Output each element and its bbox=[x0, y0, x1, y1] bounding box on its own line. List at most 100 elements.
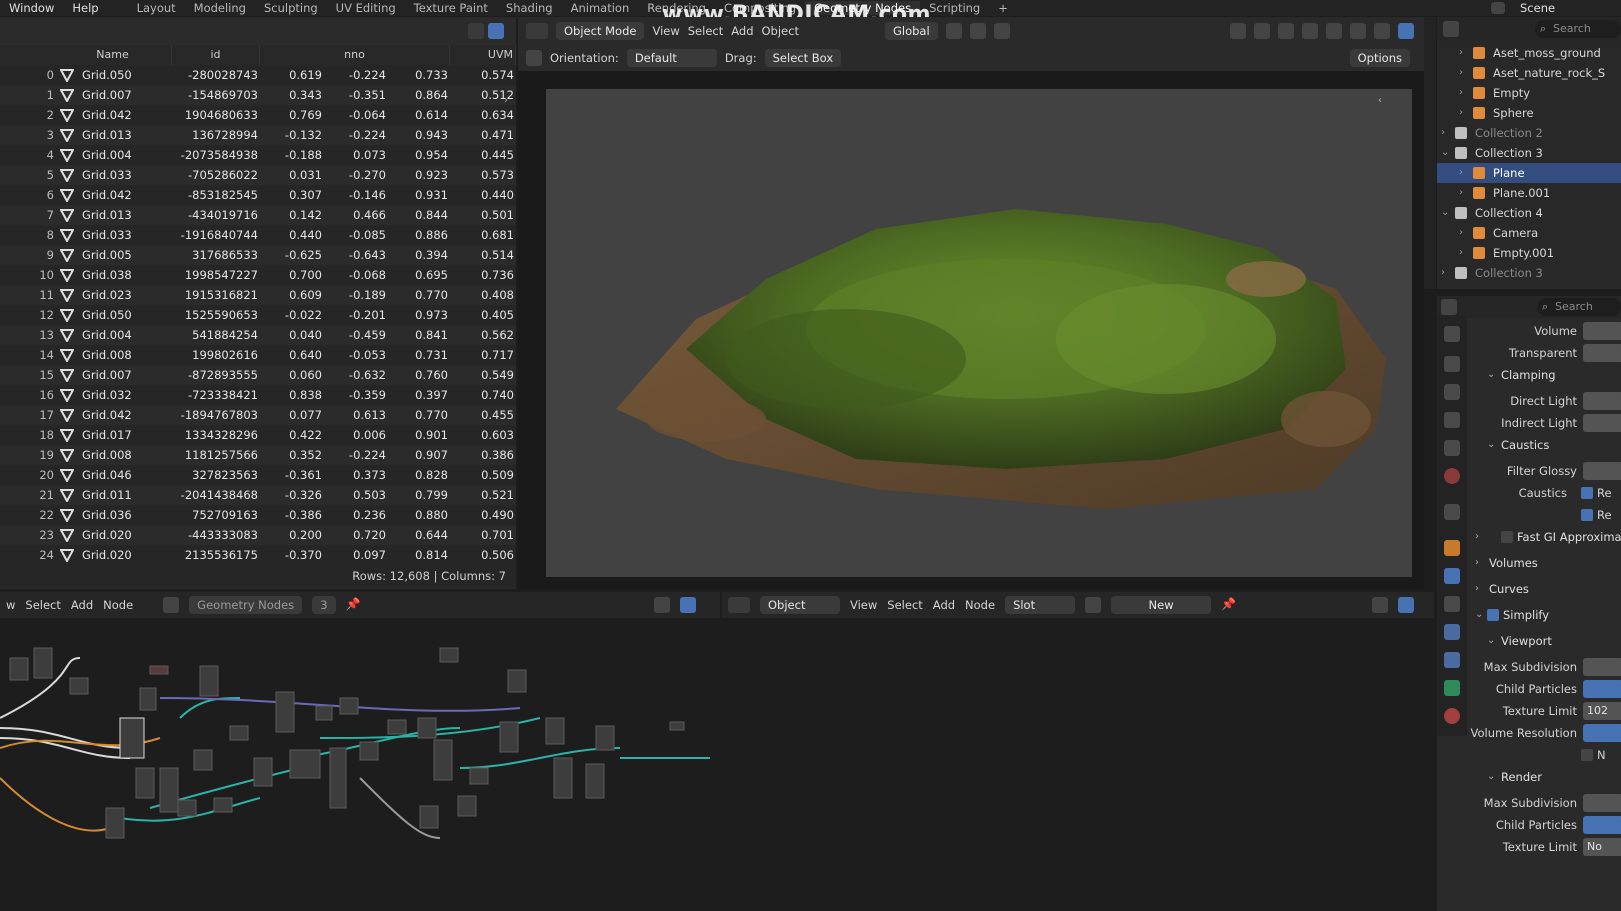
panel-header[interactable]: ⌄ Simplify bbox=[1467, 604, 1621, 626]
column-header-name[interactable]: Name bbox=[54, 45, 172, 65]
checkbox[interactable] bbox=[1581, 749, 1593, 761]
tab-layout[interactable]: Layout bbox=[128, 1, 185, 15]
table-row[interactable]: 24 Grid.020 2135536175 -0.370 0.097 0.814 0.50… bbox=[0, 545, 516, 565]
overlay-icon[interactable] bbox=[654, 597, 670, 613]
table-row[interactable]: 21 Grid.011 -2041438468 -0.326 0.503 0.799 0.5… bbox=[0, 485, 516, 505]
panel-chevron-icon[interactable]: › bbox=[1475, 578, 1479, 600]
node-menu-window[interactable]: w bbox=[6, 598, 15, 612]
gizmo-icon[interactable] bbox=[1254, 23, 1270, 39]
property-row[interactable]: Indirect Light bbox=[1467, 412, 1621, 434]
tab-geometry-nodes[interactable]: Geometry Nodes bbox=[805, 1, 921, 15]
pin-icon[interactable]: 📌 bbox=[346, 597, 362, 613]
table-row[interactable]: 0 Grid.050 -280028743 0.619 -0.224 0.733 0.574 bbox=[0, 65, 516, 85]
outliner-item[interactable]: › Aset_moss_ground bbox=[1437, 43, 1621, 63]
material-tab-icon[interactable] bbox=[1444, 708, 1460, 724]
collection-tab-icon[interactable] bbox=[1444, 504, 1460, 520]
menu-window[interactable]: Window bbox=[0, 1, 63, 15]
tab-modeling[interactable]: Modeling bbox=[185, 1, 255, 15]
expand-chevron-icon[interactable]: › bbox=[1459, 103, 1463, 123]
panel-header[interactable]: ⌄ Viewport bbox=[1467, 630, 1621, 652]
property-field[interactable] bbox=[1583, 658, 1621, 676]
expand-chevron-icon[interactable]: › bbox=[1459, 63, 1463, 83]
table-row[interactable]: 13 Grid.004 541884254 0.040 -0.459 0.841 0.562 bbox=[0, 325, 516, 345]
property-field[interactable] bbox=[1583, 392, 1621, 410]
property-field[interactable] bbox=[1583, 322, 1621, 340]
table-row[interactable]: 15 Grid.007 -872893555 0.060 -0.632 0.760 0.54… bbox=[0, 365, 516, 385]
expand-chevron-icon[interactable]: › bbox=[1441, 263, 1445, 283]
shader-menu-select[interactable]: Select bbox=[887, 598, 922, 612]
node-tree-users[interactable]: 3 bbox=[312, 596, 336, 614]
scene-tab-icon[interactable] bbox=[1444, 440, 1460, 456]
node-menu-select[interactable]: Select bbox=[25, 598, 60, 612]
tab-sculpting[interactable]: Sculpting bbox=[255, 1, 327, 15]
overlay-icon[interactable] bbox=[1372, 597, 1388, 613]
shader-menu-add[interactable]: Add bbox=[933, 598, 955, 612]
panel-chevron-icon[interactable]: ⌄ bbox=[1487, 434, 1495, 456]
tab-uv-editing[interactable]: UV Editing bbox=[327, 1, 405, 15]
property-row[interactable]: Re bbox=[1467, 504, 1621, 526]
scene-selector[interactable]: Scene bbox=[1511, 1, 1621, 15]
table-row[interactable]: 4 Grid.004 -2073584938 -0.188 0.073 0.954 0.44… bbox=[0, 145, 516, 165]
render-tab-icon[interactable] bbox=[1444, 356, 1460, 372]
expand-chevron-icon[interactable]: › bbox=[1459, 183, 1463, 203]
panel-header[interactable]: ⌄ Render bbox=[1467, 766, 1621, 788]
output-tab-icon[interactable] bbox=[1444, 384, 1460, 400]
table-row[interactable]: 19 Grid.008 1181257566 0.352 -0.224 0.907 0.38… bbox=[0, 445, 516, 465]
tool-tab-icon[interactable] bbox=[1444, 326, 1460, 342]
node-menu-add[interactable]: Add bbox=[71, 598, 93, 612]
outliner-item[interactable]: › Camera bbox=[1437, 223, 1621, 243]
property-row[interactable]: Child Particles bbox=[1467, 814, 1621, 836]
property-row[interactable]: Texture Limit No bbox=[1467, 836, 1621, 858]
expand-chevron-icon[interactable]: › bbox=[1459, 43, 1463, 63]
shader-editor-type-icon[interactable] bbox=[728, 597, 750, 613]
property-field[interactable] bbox=[1583, 724, 1621, 742]
table-row[interactable]: 17 Grid.042 -1894767803 0.077 0.613 0.770 0.45… bbox=[0, 405, 516, 425]
proportional-edit-icon[interactable] bbox=[993, 23, 1010, 39]
collapse-left-arrow-icon[interactable]: › bbox=[504, 95, 508, 106]
outliner-item[interactable]: › Sphere bbox=[1437, 103, 1621, 123]
viewport-menu-add[interactable]: Add bbox=[731, 24, 753, 38]
tab-shading[interactable]: Shading bbox=[497, 1, 562, 15]
material-shading-icon[interactable] bbox=[1374, 23, 1390, 39]
column-header-nno[interactable]: nno bbox=[260, 45, 450, 65]
slot-dropdown[interactable]: Slot bbox=[1005, 596, 1076, 614]
new-material-button[interactable]: New bbox=[1111, 596, 1212, 614]
table-row[interactable]: 5 Grid.033 -705286022 0.031 -0.270 0.923 0.573 bbox=[0, 165, 516, 185]
property-row[interactable]: Volume bbox=[1467, 320, 1621, 342]
table-row[interactable]: 10 Grid.038 1998547227 0.700 -0.068 0.695 0.73… bbox=[0, 265, 516, 285]
physics-tab-icon[interactable] bbox=[1444, 624, 1460, 640]
property-field[interactable] bbox=[1583, 816, 1621, 834]
transform-orientation-dropdown[interactable]: Global bbox=[884, 22, 938, 40]
snap-toggle-icon[interactable] bbox=[680, 597, 696, 613]
column-header-id[interactable]: id bbox=[172, 45, 260, 65]
table-row[interactable]: 7 Grid.013 -434019716 0.142 0.466 0.844 0.501 bbox=[0, 205, 516, 225]
tab-animation[interactable]: Animation bbox=[562, 1, 639, 15]
property-row[interactable]: Direct Light bbox=[1467, 390, 1621, 412]
3d-viewport[interactable]: Object Mode View Select Add Object Globa… bbox=[504, 17, 1424, 589]
pivot-icon[interactable] bbox=[945, 23, 962, 39]
view-layer-tab-icon[interactable] bbox=[1444, 412, 1460, 428]
tab-texture-paint[interactable]: Texture Paint bbox=[405, 1, 497, 15]
table-row[interactable]: 2 Grid.042 1904680633 0.769 -0.064 0.614 0.634 bbox=[0, 105, 516, 125]
menu-help[interactable]: Help bbox=[63, 1, 107, 15]
table-row[interactable]: 3 Grid.013 136728994 -0.132 -0.224 0.943 0.471 bbox=[0, 125, 516, 145]
object-mode-dropdown[interactable]: Object Mode bbox=[556, 22, 645, 40]
outliner-item[interactable]: › Collection 2 bbox=[1437, 123, 1621, 143]
snap-toggle-icon[interactable] bbox=[1398, 597, 1414, 613]
scene-icon[interactable] bbox=[1491, 2, 1505, 14]
tab-compositing[interactable]: Compositing bbox=[715, 1, 805, 15]
node-tree-name[interactable]: Geometry Nodes bbox=[189, 596, 303, 614]
property-row[interactable]: Texture Limit 102 bbox=[1467, 700, 1621, 722]
modifier-tab-icon[interactable] bbox=[1444, 568, 1460, 584]
rendered-shading-icon[interactable] bbox=[1398, 23, 1414, 39]
pin-icon[interactable]: 📌 bbox=[1221, 597, 1237, 613]
properties-editor-type-icon[interactable] bbox=[1441, 299, 1457, 315]
property-field[interactable] bbox=[1583, 462, 1621, 480]
panel-header[interactable]: › Volumes bbox=[1467, 552, 1621, 574]
outliner-item[interactable]: › Aset_nature_rock_S bbox=[1437, 63, 1621, 83]
table-row[interactable]: 23 Grid.020 -443333083 0.200 0.720 0.644 0.701 bbox=[0, 525, 516, 545]
expand-chevron-icon[interactable]: › bbox=[1459, 223, 1463, 243]
constraints-tab-icon[interactable] bbox=[1444, 652, 1460, 668]
outliner-item[interactable]: › Plane bbox=[1437, 163, 1621, 183]
expand-chevron-icon[interactable]: › bbox=[1459, 163, 1463, 183]
